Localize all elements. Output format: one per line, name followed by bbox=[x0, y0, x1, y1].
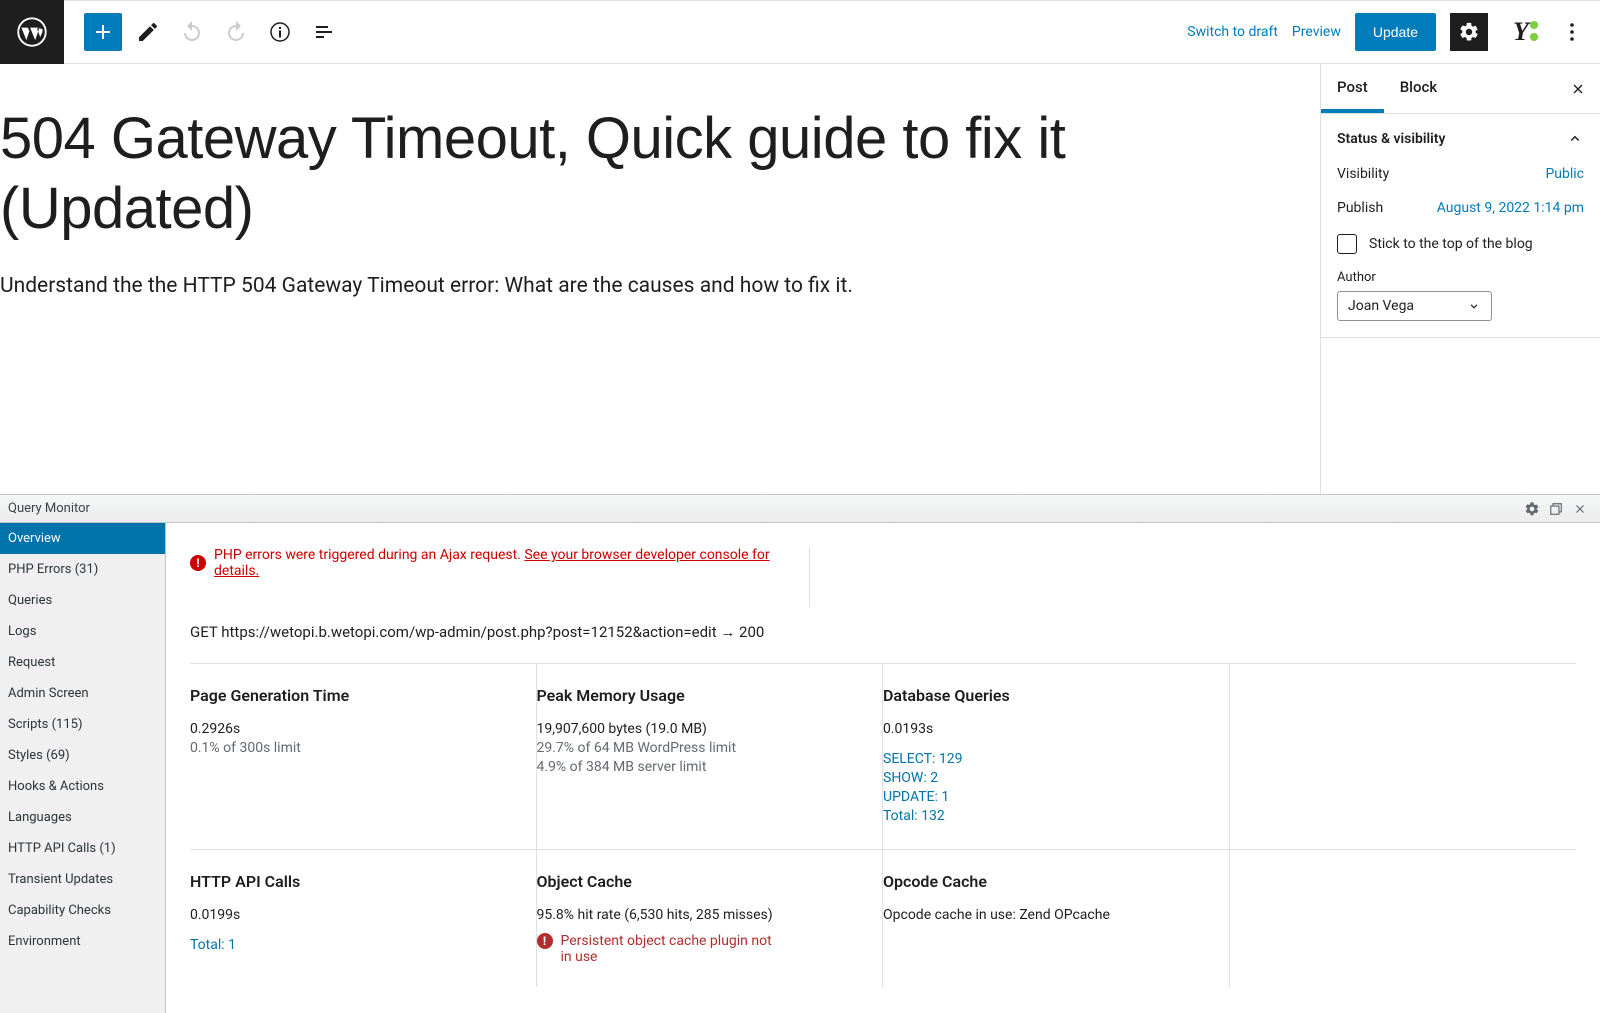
qm-http-total[interactable]: Total: 1 bbox=[190, 937, 514, 953]
qm-request-line: GET https://wetopi.b.wetopi.com/wp-admin… bbox=[190, 623, 1576, 664]
qm-nav-php-errors[interactable]: PHP Errors (31) bbox=[0, 554, 165, 585]
author-label: Author bbox=[1337, 270, 1584, 285]
author-value: Joan Vega bbox=[1348, 298, 1414, 314]
close-inspector-button[interactable] bbox=[1556, 64, 1600, 113]
qm-memory-value: 19,907,600 bytes (19.0 MB) bbox=[537, 721, 861, 737]
qm-php-error-alert: ! PHP errors were triggered during an Aj… bbox=[190, 547, 810, 607]
qm-title: Query Monitor bbox=[8, 501, 1520, 516]
qm-empty-cell bbox=[1230, 664, 1577, 849]
qm-memory-sub2: 4.9% of 384 MB server limit bbox=[537, 759, 861, 775]
qm-memory-cell: Peak Memory Usage 19,907,600 bytes (19.0… bbox=[537, 664, 884, 849]
qm-http-value: 0.0199s bbox=[190, 907, 514, 923]
update-button[interactable]: Update bbox=[1355, 13, 1436, 51]
qm-objcache-cell: Object Cache 95.8% hit rate (6,530 hits,… bbox=[537, 850, 884, 987]
qm-db-update[interactable]: UPDATE: 1 bbox=[883, 789, 1207, 805]
tab-block[interactable]: Block bbox=[1384, 64, 1453, 113]
qm-objcache-warn: ! Persistent object cache plugin not in … bbox=[537, 933, 777, 965]
author-select[interactable]: Joan Vega bbox=[1337, 291, 1492, 321]
preview-link[interactable]: Preview bbox=[1292, 24, 1341, 40]
qm-nav-queries[interactable]: Queries bbox=[0, 585, 165, 616]
qm-nav-transient[interactable]: Transient Updates bbox=[0, 864, 165, 895]
qm-objcache-warn-text: Persistent object cache plugin not in us… bbox=[561, 933, 777, 965]
qm-db-title: Database Queries bbox=[883, 686, 1207, 705]
settings-toggle-button[interactable] bbox=[1450, 13, 1488, 51]
chevron-up-icon bbox=[1566, 130, 1584, 148]
qm-http-title: HTTP API Calls bbox=[190, 872, 514, 891]
qm-pagegen-sub: 0.1% of 300s limit bbox=[190, 740, 514, 756]
qm-nav: Overview PHP Errors (31) Queries Logs Re… bbox=[0, 523, 166, 1013]
chevron-down-icon bbox=[1467, 299, 1481, 313]
wp-logo[interactable] bbox=[0, 0, 64, 64]
qm-alert-text: PHP errors were triggered during an Ajax… bbox=[214, 547, 524, 563]
publish-value[interactable]: August 9, 2022 1:14 pm bbox=[1437, 200, 1584, 216]
qm-pagegen-value: 0.2926s bbox=[190, 721, 514, 737]
panel-status-visibility[interactable]: Status & visibility bbox=[1337, 130, 1584, 148]
editor-canvas[interactable]: 504 Gateway Timeout, Quick guide to fix … bbox=[0, 64, 1320, 494]
qm-pagegen-cell: Page Generation Time 0.2926s 0.1% of 300… bbox=[190, 664, 537, 849]
undo-button[interactable] bbox=[174, 14, 210, 50]
edit-mode-button[interactable] bbox=[130, 14, 166, 50]
qm-objcache-value: 95.8% hit rate (6,530 hits, 285 misses) bbox=[537, 907, 861, 923]
publish-label: Publish bbox=[1337, 200, 1383, 216]
qm-nav-languages[interactable]: Languages bbox=[0, 802, 165, 833]
more-options-button[interactable] bbox=[1554, 14, 1590, 50]
qm-db-value: 0.0193s bbox=[883, 721, 1207, 737]
sticky-label: Stick to the top of the blog bbox=[1369, 236, 1533, 252]
qm-nav-capability[interactable]: Capability Checks bbox=[0, 895, 165, 926]
post-title[interactable]: 504 Gateway Timeout, Quick guide to fix … bbox=[0, 104, 1320, 243]
inspector-sidebar: Post Block Status & visibility Visibilit… bbox=[1320, 64, 1600, 494]
qm-memory-sub1: 29.7% of 64 MB WordPress limit bbox=[537, 740, 861, 756]
panel-title-label: Status & visibility bbox=[1337, 131, 1445, 147]
qm-nav-request[interactable]: Request bbox=[0, 647, 165, 678]
visibility-value[interactable]: Public bbox=[1545, 166, 1584, 182]
outline-button[interactable] bbox=[306, 14, 342, 50]
tab-post[interactable]: Post bbox=[1321, 64, 1384, 113]
qm-opcache-value: Opcode cache in use: Zend OPcache bbox=[883, 907, 1207, 923]
qm-db-show[interactable]: SHOW: 2 bbox=[883, 770, 1207, 786]
qm-content: ! PHP errors were triggered during an Aj… bbox=[166, 523, 1600, 1013]
qm-opcache-title: Opcode Cache bbox=[883, 872, 1207, 891]
redo-button[interactable] bbox=[218, 14, 254, 50]
switch-to-draft-link[interactable]: Switch to draft bbox=[1187, 24, 1278, 40]
qm-nav-logs[interactable]: Logs bbox=[0, 616, 165, 647]
qm-empty-cell-2 bbox=[1230, 850, 1577, 987]
qm-nav-environment[interactable]: Environment bbox=[0, 926, 165, 957]
qm-nav-http-api[interactable]: HTTP API Calls (1) bbox=[0, 833, 165, 864]
info-button[interactable] bbox=[262, 14, 298, 50]
qm-db-total[interactable]: Total: 132 bbox=[883, 808, 1207, 824]
error-icon: ! bbox=[537, 933, 553, 949]
qm-settings-icon[interactable] bbox=[1520, 497, 1544, 521]
qm-nav-scripts[interactable]: Scripts (115) bbox=[0, 709, 165, 740]
yoast-icon: Y bbox=[1513, 17, 1529, 47]
yoast-toggle-button[interactable]: Y bbox=[1502, 13, 1540, 51]
qm-http-cell: HTTP API Calls 0.0199s Total: 1 bbox=[190, 850, 537, 987]
qm-close-icon[interactable] bbox=[1568, 497, 1592, 521]
visibility-label: Visibility bbox=[1337, 166, 1389, 182]
add-block-button[interactable] bbox=[84, 13, 122, 51]
editor-toolbar: Switch to draft Preview Update Y bbox=[0, 0, 1600, 64]
qm-objcache-title: Object Cache bbox=[537, 872, 861, 891]
query-monitor-panel: Query Monitor Overview PHP Errors (31) Q… bbox=[0, 494, 1600, 1013]
post-subtitle[interactable]: Understand the the HTTP 504 Gateway Time… bbox=[0, 271, 1320, 303]
error-icon: ! bbox=[190, 555, 206, 571]
qm-pagegen-title: Page Generation Time bbox=[190, 686, 514, 705]
qm-opcache-cell: Opcode Cache Opcode cache in use: Zend O… bbox=[883, 850, 1230, 987]
qm-db-cell: Database Queries 0.0193s SELECT: 129 SHO… bbox=[883, 664, 1230, 849]
qm-nav-overview[interactable]: Overview bbox=[0, 523, 165, 554]
qm-db-select[interactable]: SELECT: 129 bbox=[883, 751, 1207, 767]
qm-popout-icon[interactable] bbox=[1544, 497, 1568, 521]
qm-nav-admin-screen[interactable]: Admin Screen bbox=[0, 678, 165, 709]
qm-memory-title: Peak Memory Usage bbox=[537, 686, 861, 705]
sticky-checkbox[interactable] bbox=[1337, 234, 1357, 254]
qm-nav-styles[interactable]: Styles (69) bbox=[0, 740, 165, 771]
qm-nav-hooks[interactable]: Hooks & Actions bbox=[0, 771, 165, 802]
